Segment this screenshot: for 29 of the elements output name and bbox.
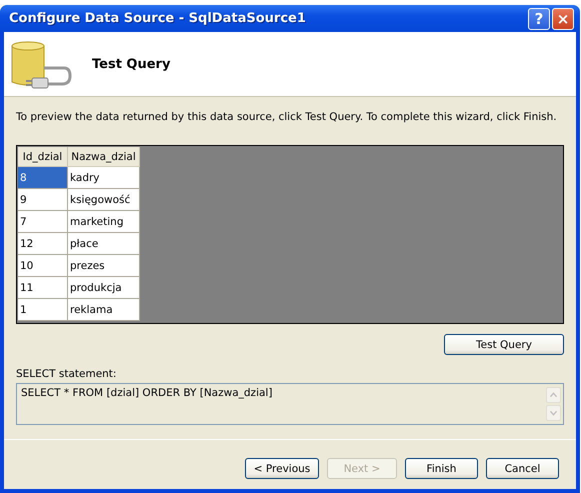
scroll-up-icon[interactable] <box>546 387 561 403</box>
table-cell[interactable]: produkcja <box>68 277 140 299</box>
test-query-button[interactable]: Test Query <box>444 334 564 355</box>
select-statement-field[interactable]: SELECT * FROM [dzial] ORDER BY [Nazwa_dzial] <box>16 383 564 425</box>
close-button[interactable]: × <box>552 8 574 30</box>
page-title: Test Query <box>92 57 170 72</box>
table-cell[interactable]: 11 <box>18 277 68 299</box>
select-label: SELECT statement: <box>16 368 118 380</box>
scroll-down-icon[interactable] <box>546 405 561 421</box>
table-cell[interactable]: reklama <box>68 299 140 321</box>
table-cell[interactable]: 9 <box>18 189 68 211</box>
table-cell[interactable]: 1 <box>18 299 68 321</box>
table-cell[interactable]: płace <box>68 233 140 255</box>
table-cell[interactable]: 8 <box>18 167 68 189</box>
table-cell[interactable]: marketing <box>68 211 140 233</box>
window-title: Configure Data Source - SqlDataSource1 <box>9 11 307 26</box>
column-header[interactable]: Id_dzial <box>18 147 68 167</box>
table-cell[interactable]: kadry <box>68 167 140 189</box>
table-cell[interactable]: 10 <box>18 255 68 277</box>
wizard-button[interactable]: Finish <box>405 458 478 479</box>
help-button[interactable]: ? <box>528 8 550 30</box>
table-cell[interactable]: księgowość <box>68 189 140 211</box>
table-cell[interactable]: 7 <box>18 211 68 233</box>
table-cell[interactable]: 12 <box>18 233 68 255</box>
table-cell[interactable]: prezes <box>68 255 140 277</box>
column-header[interactable]: Nazwa_dzial <box>68 147 140 167</box>
wizard-button[interactable]: Cancel <box>486 458 559 479</box>
wizard-button[interactable]: < Previous <box>245 458 319 479</box>
instructions-text: To preview the data returned by this data source, click Test Query. To complete this wizard, click Finish. <box>16 111 558 123</box>
